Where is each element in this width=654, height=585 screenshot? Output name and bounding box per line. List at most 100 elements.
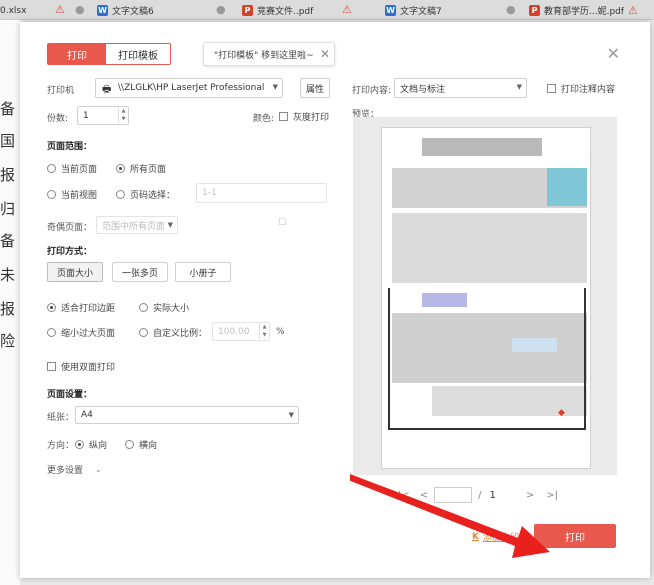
- print-dialog: 打印 打印模板 "打印模板" 移到这里啦~ ✕ ✕ 打印机 🖶 \\ZLGLK\…: [20, 22, 650, 578]
- radio-circle: [125, 440, 134, 449]
- odd-even-value: 范围中所有页面: [102, 221, 166, 232]
- tab-label: 教育部学历...妮.pdf: [544, 7, 625, 17]
- document-tab-bar: 0.xlsx ⚠ ● W 文字文稿6 ● P 竞赛文件..pdf ⚠ W 文字文…: [0, 0, 654, 20]
- doc-char: 国: [0, 132, 16, 150]
- dot-icon: ●: [75, 3, 85, 16]
- chevron-down-icon: ▼: [288, 411, 294, 419]
- print-mode-title: 打印方式：: [47, 247, 93, 257]
- radio-label: 适合打印边距: [61, 304, 116, 314]
- copies-stepper[interactable]: ▲ ▼: [118, 107, 128, 123]
- tab-print[interactable]: 打印: [48, 44, 106, 64]
- radio-label: 纵向: [89, 441, 108, 451]
- grayscale-label: 灰度打印: [293, 113, 330, 123]
- doc-char: 报: [0, 300, 16, 318]
- print-content-value: 文档与标注: [400, 84, 446, 95]
- chevron-down-icon: ▼: [516, 83, 522, 91]
- radio-label: 所有页面: [130, 165, 167, 175]
- radio-portrait[interactable]: 纵向: [75, 438, 107, 451]
- hidden-checkbox[interactable]: ☐: [278, 218, 286, 228]
- tab-pdf-edu[interactable]: P 教育部学历...妮.pdf ⚠: [529, 2, 638, 19]
- page-select-placeholder: 1-1: [202, 188, 217, 198]
- word-icon: W: [385, 5, 396, 16]
- radio-circle: [116, 164, 125, 173]
- warning-icon: ⚠: [55, 3, 65, 16]
- close-tip-icon[interactable]: ✕: [320, 47, 330, 61]
- page-setup-title: 页面设置：: [47, 390, 93, 400]
- print-comments-checkbox[interactable]: 打印注释内容: [547, 82, 615, 95]
- scale-input[interactable]: 100.00 ▲ ▼: [212, 322, 270, 341]
- pixelated-content: [392, 213, 587, 283]
- red-arrow-annotation: [350, 474, 550, 558]
- duplex-checkbox[interactable]: 使用双面打印: [47, 360, 115, 373]
- radio-label: 页码选择：: [130, 191, 176, 201]
- tab-label: 竞赛文件..pdf: [257, 7, 314, 17]
- tab-doc6[interactable]: W 文字文稿6: [97, 2, 154, 19]
- close-dialog-icon[interactable]: ✕: [607, 44, 620, 63]
- printer-select[interactable]: 🖶 \\ZLGLK\HP LaserJet Professional ▼: [95, 78, 283, 98]
- radio-current-view[interactable]: 当前视图: [47, 188, 97, 201]
- radio-circle: [139, 303, 148, 312]
- doc-char: 险: [0, 332, 16, 350]
- logo-icon: ◆: [558, 408, 565, 418]
- printer-label: 打印机: [47, 86, 75, 96]
- doc-char: 归: [0, 200, 16, 218]
- copies-input[interactable]: 1 ▲ ▼: [77, 106, 129, 125]
- screen: 0.xlsx ⚠ ● W 文字文稿6 ● P 竞赛文件..pdf ⚠ W 文字文…: [0, 0, 654, 585]
- odd-even-label: 奇偶页面：: [47, 223, 93, 233]
- tab-xlsx[interactable]: 0.xlsx: [0, 2, 26, 19]
- properties-button[interactable]: 属性: [300, 78, 330, 98]
- radio-label: 当前视图: [61, 191, 98, 201]
- dot-icon: ●: [506, 3, 516, 16]
- radio-all-pages[interactable]: 所有页面: [116, 162, 166, 175]
- paper-value: A4: [81, 410, 93, 420]
- radio-circle: [47, 303, 56, 312]
- paper-label: 纸张：: [47, 413, 75, 423]
- paper-select[interactable]: A4 ▼: [75, 406, 299, 424]
- word-icon: W: [97, 5, 108, 16]
- print-content-label: 打印内容:: [352, 86, 392, 96]
- chevron-down-icon: ⌄: [95, 465, 102, 474]
- color-label: 颜色:: [253, 114, 275, 124]
- copies-value: 1: [83, 110, 89, 121]
- more-settings-label: 更多设置: [47, 466, 84, 476]
- dot-icon: ●: [216, 3, 226, 16]
- template-tip: "打印模板" 移到这里啦~ ✕: [203, 42, 335, 66]
- tab-pdf-contest[interactable]: P 竞赛文件..pdf: [242, 2, 313, 19]
- page-select-input[interactable]: 1-1: [196, 183, 327, 203]
- radio-current-page[interactable]: 当前页面: [47, 162, 97, 175]
- radio-circle: [47, 190, 56, 199]
- radio-circle: [116, 190, 125, 199]
- pdf-icon: P: [529, 5, 540, 16]
- print-content-select[interactable]: 文档与标注 ▼: [394, 78, 527, 98]
- warning-icon: ⚠: [628, 4, 638, 17]
- radio-circle: [139, 328, 148, 337]
- tab-label: 0.xlsx: [0, 5, 27, 16]
- scale-stepper[interactable]: ▲ ▼: [259, 323, 269, 339]
- radio-label: 自定义比例：: [153, 329, 208, 339]
- radio-page-select[interactable]: 页码选择：: [116, 188, 175, 201]
- radio-landscape[interactable]: 横向: [125, 438, 157, 451]
- mode-booklet-button[interactable]: 小册子: [175, 262, 231, 282]
- more-settings-link[interactable]: 更多设置 ⌄: [47, 463, 102, 476]
- radio-shrink-large[interactable]: 缩小过大页面: [47, 326, 115, 339]
- arrow-shape: [350, 474, 550, 558]
- mode-multi-page-button[interactable]: 一张多页: [112, 262, 168, 282]
- radio-fit-margin[interactable]: 适合打印边距: [47, 301, 115, 314]
- radio-actual-size[interactable]: 实际大小: [139, 301, 189, 314]
- duplex-label: 使用双面打印: [61, 363, 116, 373]
- grayscale-checkbox[interactable]: 灰度打印: [279, 110, 329, 123]
- odd-even-select[interactable]: 范围中所有页面 ▼: [96, 216, 178, 234]
- tab-label: 文字文稿6: [112, 7, 154, 17]
- radio-circle: [47, 328, 56, 337]
- copies-label: 份数:: [47, 114, 69, 124]
- radio-label: 缩小过大页面: [61, 329, 116, 339]
- radio-custom-scale[interactable]: 自定义比例：: [139, 326, 207, 339]
- mode-page-size-button[interactable]: 页面大小: [47, 262, 103, 282]
- tip-text: "打印模板" 移到这里啦~: [214, 50, 314, 61]
- tab-doc7[interactable]: W 文字文稿7: [385, 2, 442, 19]
- orientation-label: 方向：: [47, 441, 75, 451]
- warning-icon: ⚠: [342, 3, 352, 16]
- pixelated-content: [422, 138, 542, 156]
- tab-print-template[interactable]: 打印模板: [106, 44, 170, 64]
- chevron-down-icon: ▼: [272, 83, 278, 91]
